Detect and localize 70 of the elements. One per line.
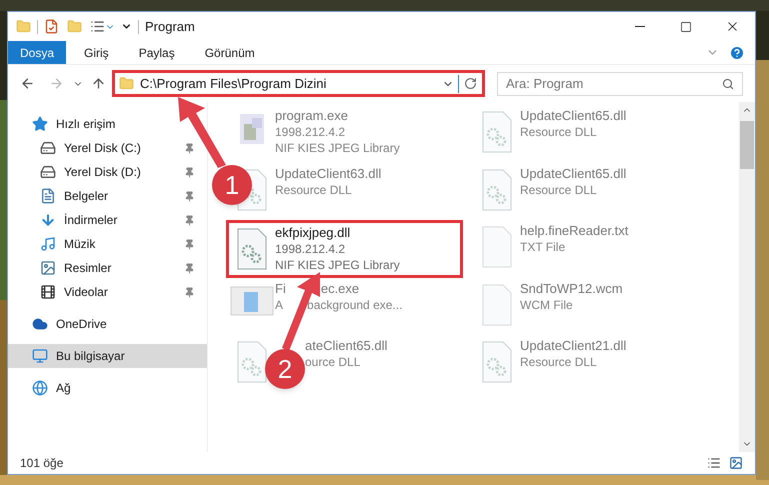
- sidebar-item[interactable]: Ağ: [8, 376, 207, 400]
- file-name: UpdateClient65.dll: [520, 108, 626, 124]
- download-icon: [40, 212, 56, 228]
- computer-icon: [32, 348, 48, 364]
- ribbon-tab[interactable]: Paylaş: [126, 41, 187, 64]
- file-name: UpdateClient65.dll: [520, 166, 626, 182]
- file-detail: ource DLL: [305, 354, 362, 370]
- checklist-icon[interactable]: [44, 19, 59, 34]
- sidebar-item[interactable]: Yerel Disk (C:): [8, 136, 207, 160]
- sidebar-item[interactable]: OneDrive: [8, 312, 207, 336]
- address-path: C:\Program Files\Program Dizini: [140, 74, 328, 93]
- drive-icon: [40, 164, 56, 180]
- window-title: Program: [145, 18, 195, 36]
- file-detail: WCM File: [520, 296, 574, 312]
- ribbon-tab[interactable]: Dosya: [8, 41, 66, 64]
- music-note-icon: [40, 236, 56, 252]
- address-field[interactable]: C:\Program Files\Program Dizini: [112, 70, 485, 97]
- file-detail: NIF KIES JPEG Library: [275, 140, 400, 156]
- back-icon[interactable]: [20, 76, 35, 91]
- file-name: help.fineReader.txt: [520, 223, 628, 239]
- file-name: ateClient65.dll: [305, 338, 388, 354]
- network-icon: [32, 380, 48, 396]
- sidebar-item[interactable]: Videolar: [8, 280, 207, 304]
- status-item-count: 101 öğe: [20, 455, 64, 472]
- film-icon: [40, 284, 56, 300]
- file-detail: TXT File: [520, 239, 566, 255]
- ribbon-tab[interactable]: Giriş: [72, 41, 121, 64]
- sidebar-item[interactable]: Müzik: [8, 232, 207, 256]
- sidebar-item[interactable]: Yerel Disk (D:): [8, 160, 207, 184]
- file-name: UpdateClient21.dll: [520, 338, 626, 354]
- star-icon: [32, 116, 48, 132]
- help-icon[interactable]: [729, 44, 745, 60]
- scrollbar[interactable]: [739, 102, 755, 452]
- up-icon[interactable]: [91, 76, 106, 91]
- file-name: UpdateClient63.dll: [275, 166, 382, 182]
- drive-icon: [40, 140, 56, 156]
- file-name: Fi: [275, 280, 286, 296]
- ribbon-tab[interactable]: Görünüm: [192, 41, 267, 64]
- file-description: A: [275, 296, 284, 312]
- file-detail: 1998.212.4.2: [275, 124, 346, 140]
- file-detail: NIF KIES JPEG Library: [275, 257, 400, 273]
- file-name: ec.exe: [320, 280, 360, 296]
- file-detail: 1998.212.4.2: [275, 241, 346, 257]
- picture-icon: [40, 260, 56, 276]
- document-icon: [40, 188, 56, 204]
- file-name: ekfpixjpeg.dll: [275, 225, 350, 241]
- sidebar-item[interactable]: İndirmeler: [8, 208, 207, 232]
- file-detail: Resource DLL: [520, 182, 598, 198]
- scrollbar-thumb[interactable]: [740, 121, 754, 169]
- file-detail: Resource DLL: [275, 182, 353, 198]
- file-name: SndToWP12.wcm: [520, 280, 623, 296]
- sidebar-item[interactable]: Belgeler: [8, 184, 207, 208]
- file-detail: Resource DLL: [520, 354, 598, 370]
- minimize-icon: [635, 26, 645, 27]
- properties-icon[interactable]: [90, 19, 105, 34]
- search-field[interactable]: Ara: Program: [497, 72, 743, 96]
- sidebar-item[interactable]: Hızlı erişim: [8, 112, 207, 136]
- file-description: background exe...: [307, 296, 402, 312]
- details-view-icon[interactable]: [707, 456, 721, 470]
- search-icon: [722, 78, 734, 90]
- callout-arrow: [176, 96, 228, 168]
- cloud-icon: [32, 316, 48, 332]
- sidebar-item[interactable]: Bu bilgisayar: [8, 344, 207, 368]
- refresh-icon[interactable]: [464, 77, 477, 90]
- folder-icon: [119, 76, 134, 91]
- file-detail: Resource DLL: [520, 124, 598, 140]
- sidebar-item[interactable]: Resimler: [8, 256, 207, 280]
- large-icons-view-icon[interactable]: [729, 456, 743, 470]
- file-name: program.exe: [275, 108, 348, 124]
- maximize-icon: [680, 20, 692, 32]
